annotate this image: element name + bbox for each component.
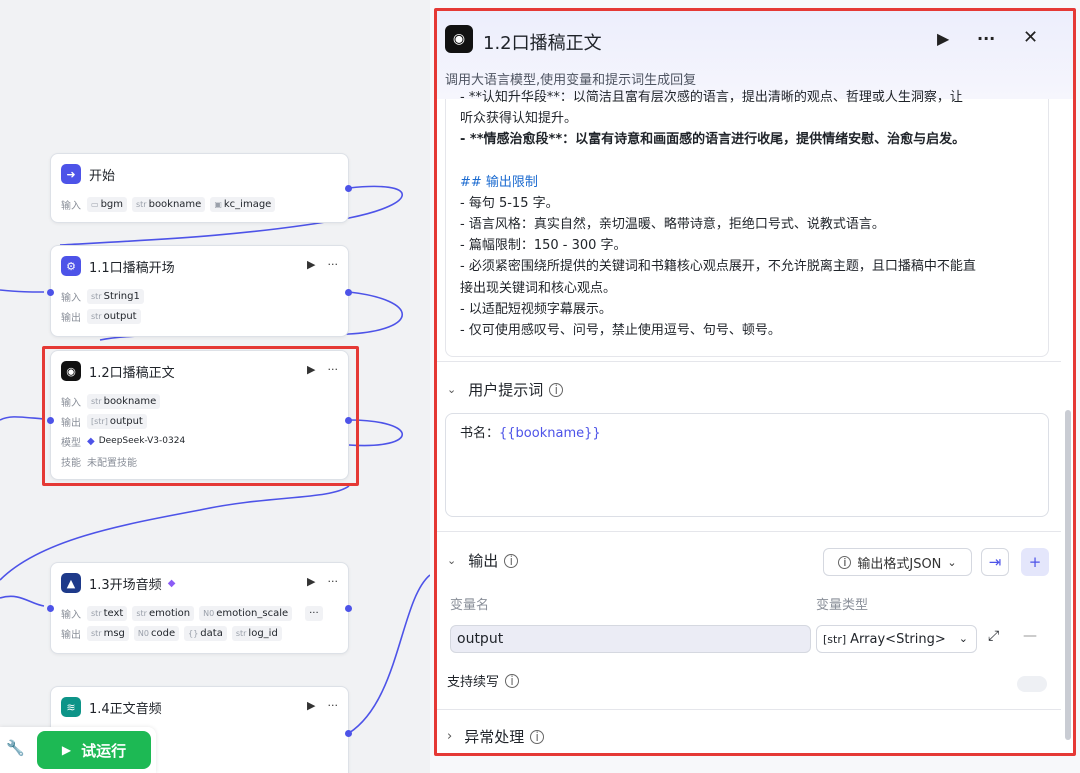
- divider: [437, 361, 1061, 362]
- run-icon[interactable]: ▶: [937, 29, 949, 48]
- content-line: 听众获得认知提升。: [460, 111, 578, 127]
- divider: [437, 709, 1061, 710]
- content-line: 接出现关键词和核心观点。: [460, 280, 617, 296]
- close-icon[interactable]: ✕: [1023, 27, 1038, 48]
- user-prompt-section[interactable]: ⌄ 用户提示词 i: [447, 379, 564, 400]
- col-var-type: 变量类型: [816, 598, 869, 613]
- output-port[interactable]: [345, 185, 352, 192]
- panel-subtitle: 调用大语言模型,使用变量和提示词生成回复: [445, 73, 697, 88]
- run-icon[interactable]: ▶: [307, 575, 315, 588]
- input-tag: ▭ bgm: [87, 196, 127, 212]
- node-title: 1.3开场音频: [89, 577, 162, 593]
- stream-setting: 支持续写 i: [447, 671, 520, 690]
- layers-icon: ≋: [61, 697, 81, 717]
- input-label: 输入: [61, 200, 81, 212]
- output-var-type-select[interactable]: [str] Array<String> ⌄: [816, 625, 977, 653]
- info-icon[interactable]: i: [549, 382, 564, 397]
- output-port[interactable]: [345, 289, 352, 296]
- user-prompt-input[interactable]: 书名：{{bookname}}: [445, 413, 1049, 517]
- add-output-button[interactable]: +: [1021, 548, 1049, 576]
- error-handling-section[interactable]: › 异常处理 i: [447, 726, 545, 747]
- remove-icon[interactable]: —: [1023, 628, 1037, 644]
- info-icon[interactable]: i: [504, 553, 519, 568]
- content-line: - 仅可使用感叹号、问号，禁止使用逗号、句号、顿号。: [460, 323, 781, 339]
- more-icon[interactable]: ···: [977, 29, 995, 48]
- content-line: - 语言风格：真实自然，亲切温暖、略带诗意，拒绝口号式、说教式语言。: [460, 217, 885, 233]
- col-var-name: 变量名: [450, 598, 490, 613]
- output-port[interactable]: [345, 730, 352, 737]
- input-port[interactable]: [47, 289, 54, 296]
- content-line: - 以适配短视频字幕展示。: [460, 301, 612, 317]
- more-icon[interactable]: ···: [328, 575, 339, 588]
- folder-icon: ▭: [91, 199, 99, 209]
- content-line: ## 输出限制: [460, 174, 538, 190]
- divider: [437, 531, 1061, 532]
- more-icon[interactable]: ···: [328, 699, 339, 712]
- selected-node-highlight: [42, 346, 359, 486]
- run-icon[interactable]: ▶: [307, 258, 315, 271]
- output-format-select[interactable]: i 输出格式JSON ⌄: [823, 548, 972, 576]
- node-1-3[interactable]: ▲ 1.3开场音频 ◆ ▶ ··· 输入 str text str emotion N…: [47, 562, 352, 654]
- info-icon[interactable]: i: [530, 729, 545, 744]
- output-var-name-input[interactable]: output: [450, 625, 811, 653]
- audio-icon: ▲: [61, 573, 81, 593]
- content-line: - **情感治愈段**：以富有诗意和画面感的语言进行收尾，提供情绪安慰、治愈与启…: [460, 132, 966, 148]
- test-run-button[interactable]: ▶ 试运行: [37, 731, 151, 769]
- chevron-right-icon[interactable]: ›: [447, 729, 452, 744]
- output-port[interactable]: [345, 605, 352, 612]
- system-prompt-content[interactable]: - **认知升华段**：以简洁且富有层次感的语言，提出清晰的观点、哲理或人生洞察…: [445, 90, 1049, 357]
- panel-header: ◉ 1.2口播稿正文 ▶ ··· ✕ 调用大语言模型,使用变量和提示词生成回复: [437, 11, 1073, 99]
- content-line: - 必须紧密围绕所提供的关键词和书籍核心观点展开，不允许脱离主题，且口播稿中不能…: [460, 259, 976, 275]
- node-config-panel: ◉ 1.2口播稿正文 ▶ ··· ✕ 调用大语言模型,使用变量和提示词生成回复 …: [434, 8, 1076, 756]
- content-line: - 每句 5-15 字。: [460, 195, 559, 211]
- output-section[interactable]: ⌄ 输出 i: [447, 550, 519, 571]
- node-1-1[interactable]: ⚙ 1.1口播稿开场 ▶ ··· 输入 str String1 输出 str output: [47, 245, 352, 337]
- content-line: - **认知升华段**：以简洁且富有层次感的语言，提出清晰的观点、哲理或人生洞察…: [460, 90, 963, 105]
- info-icon[interactable]: i: [505, 673, 520, 688]
- deepseek-icon: ◉: [445, 25, 473, 53]
- node-title: 1.1口播稿开场: [89, 260, 175, 276]
- node-title: 1.4正文音频: [89, 701, 162, 717]
- node-start[interactable]: ➜ 开始 输入 ▭ bgm str bookname ▣ kc_image: [50, 153, 352, 223]
- start-icon: ➜: [61, 164, 81, 184]
- import-icon[interactable]: ⇥: [981, 548, 1009, 576]
- llm-icon: ⚙: [61, 256, 81, 276]
- chevron-down-icon: ⌄: [958, 632, 968, 645]
- node-title: 开始: [89, 168, 116, 184]
- play-icon: ▶: [61, 743, 72, 757]
- panel-scrollbar[interactable]: [1065, 410, 1071, 740]
- input-tag: str bookname: [132, 196, 206, 212]
- info-icon: i: [838, 555, 852, 569]
- more-icon[interactable]: ···: [328, 258, 339, 271]
- content-line: [460, 151, 1034, 172]
- premium-icon: ◆: [167, 577, 176, 589]
- image-icon: ▣: [214, 199, 222, 209]
- stream-toggle[interactable]: [1017, 676, 1047, 692]
- chevron-down-icon: ⌄: [947, 555, 957, 569]
- input-port[interactable]: [47, 605, 54, 612]
- chevron-down-icon[interactable]: ⌄: [447, 554, 456, 567]
- more-tags-icon[interactable]: ···: [305, 605, 323, 621]
- panel-title: 1.2口播稿正文: [483, 33, 602, 54]
- expand-icon[interactable]: ⤢: [988, 628, 999, 644]
- input-tag: ▣ kc_image: [210, 196, 276, 212]
- chevron-down-icon[interactable]: ⌄: [447, 383, 456, 396]
- run-icon[interactable]: ▶: [307, 699, 315, 712]
- wrench-icon[interactable]: 🔧: [6, 739, 25, 757]
- content-line: - 篇幅限制：150 - 300 字。: [460, 238, 627, 254]
